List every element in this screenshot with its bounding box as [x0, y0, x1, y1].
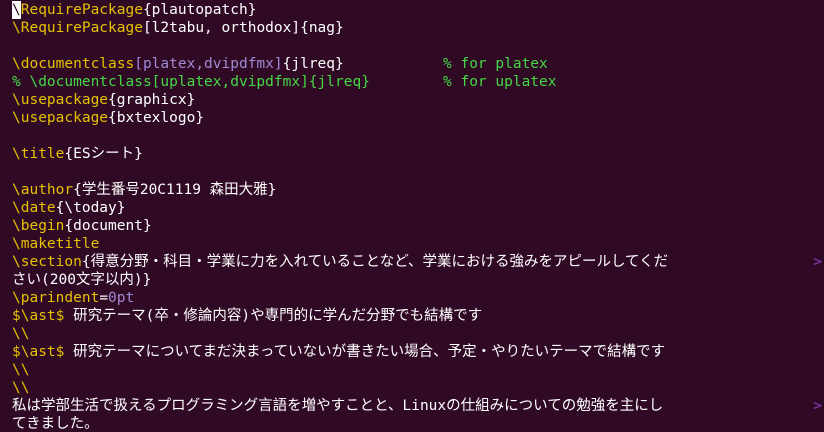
wrapped-text: てきました。	[12, 416, 99, 432]
command: \author	[12, 182, 74, 198]
code-line-15: \section{得意分野・科目・学業に力を入れていることなど、学業における強み…	[12, 253, 824, 271]
command: \section	[12, 254, 82, 270]
command: \usepackage	[12, 92, 109, 108]
code-line-17: $\ast$ 研究テーマ(卒・修論内容)や専門的に学んだ分野でも結構です	[12, 307, 824, 325]
code-line-9: \title{ESシート}	[12, 145, 824, 163]
body-text: 研究テーマについてまだ決まっていないが書きたい場合、予定・やりたいテーマで結構で…	[64, 344, 666, 360]
equals: =	[99, 290, 109, 306]
text-cursor: \	[12, 1, 21, 19]
argument: {document}	[64, 218, 152, 234]
line-wrap-indicator: >	[813, 398, 822, 414]
code-line-12: \date{\today}	[12, 199, 824, 217]
comment: % for uplatex	[443, 74, 557, 90]
math-delimiter: $	[12, 308, 21, 324]
argument: {nag}	[300, 20, 344, 36]
command: \documentclass	[12, 56, 135, 72]
code-line-18: \\	[12, 325, 824, 343]
argument: {plautopatch}	[142, 2, 257, 18]
code-line-16: \parindent=0pt	[12, 289, 824, 307]
line-wrap-indicator: >	[813, 254, 822, 270]
command: \ast	[20, 344, 56, 360]
code-line-14: \maketitle	[12, 235, 824, 253]
math-delimiter: $	[12, 344, 21, 360]
code-line-20: \\	[12, 361, 824, 379]
command: \maketitle	[12, 236, 100, 252]
code-line-15-continued: さい(200文字以内)}	[12, 271, 824, 289]
command: \parindent	[12, 290, 100, 306]
code-line-19: $\ast$ 研究テーマについてまだ決まっていないが書きたい場合、予定・やりたい…	[12, 343, 824, 361]
wrapped-text: さい(200文字以内)}	[12, 272, 152, 288]
argument: {graphicx}	[108, 92, 196, 108]
code-line-21: \\	[12, 379, 824, 397]
commented-command: % \documentclass[uplatex,dvipdfmx]{jlreq…	[12, 74, 370, 90]
line-break: \\	[12, 380, 30, 396]
argument: {学生番号20C1119 森田大雅}	[73, 182, 277, 198]
text-editor[interactable]: \RequirePackage{plautopatch} \RequirePac…	[0, 0, 824, 432]
code-line-7: \usepackage{bxtexlogo}	[12, 109, 824, 127]
code-line-4: \documentclass[platex,dvipdfmx]{jlreq} % …	[12, 55, 824, 73]
option: [l2tabu, orthodox]	[142, 20, 301, 36]
value: 0pt	[108, 290, 135, 306]
code-line-22: 私は学部生活で扱えるプログラミング言語を増やすことと、Linuxの仕組みについて…	[12, 397, 824, 415]
code-line-2: \RequirePackage[l2tabu, orthodox]{nag}	[12, 19, 824, 37]
code-line-1: \RequirePackage{plautopatch}	[12, 1, 824, 19]
code-line-5: % \documentclass[uplatex,dvipdfmx]{jlreq…	[12, 73, 824, 91]
body-text: 私は学部生活で扱えるプログラミング言語を増やすことと、Linuxの仕組みについて…	[12, 398, 664, 414]
command: \usepackage	[12, 110, 109, 126]
command: \begin	[12, 218, 65, 234]
body-text: 研究テーマ(卒・修論内容)や専門的に学んだ分野でも結構です	[64, 308, 483, 324]
argument: {ESシート}	[64, 146, 143, 162]
line-break: \\	[12, 326, 30, 342]
argument: {得意分野・科目・学業に力を入れていることなど、学業における強みをアピールしてく…	[81, 254, 669, 270]
option: [platex,dvipdfmx]	[134, 56, 283, 72]
command: \ast	[20, 308, 56, 324]
argument: {bxtexlogo}	[108, 110, 205, 126]
argument: {\today}	[55, 200, 126, 216]
comment: % for platex	[443, 56, 548, 72]
command: \title	[12, 146, 65, 162]
argument: {jlreq}	[282, 56, 344, 72]
code-line-11: \author{学生番号20C1119 森田大雅}	[12, 181, 824, 199]
code-line-13: \begin{document}	[12, 217, 824, 235]
code-line-22-continued: てきました。	[12, 415, 824, 432]
line-break: \\	[12, 362, 30, 378]
command: \date	[12, 200, 56, 216]
code-line-6: \usepackage{graphicx}	[12, 91, 824, 109]
command: \RequirePackage	[12, 20, 143, 36]
command: RequirePackage	[20, 2, 143, 18]
